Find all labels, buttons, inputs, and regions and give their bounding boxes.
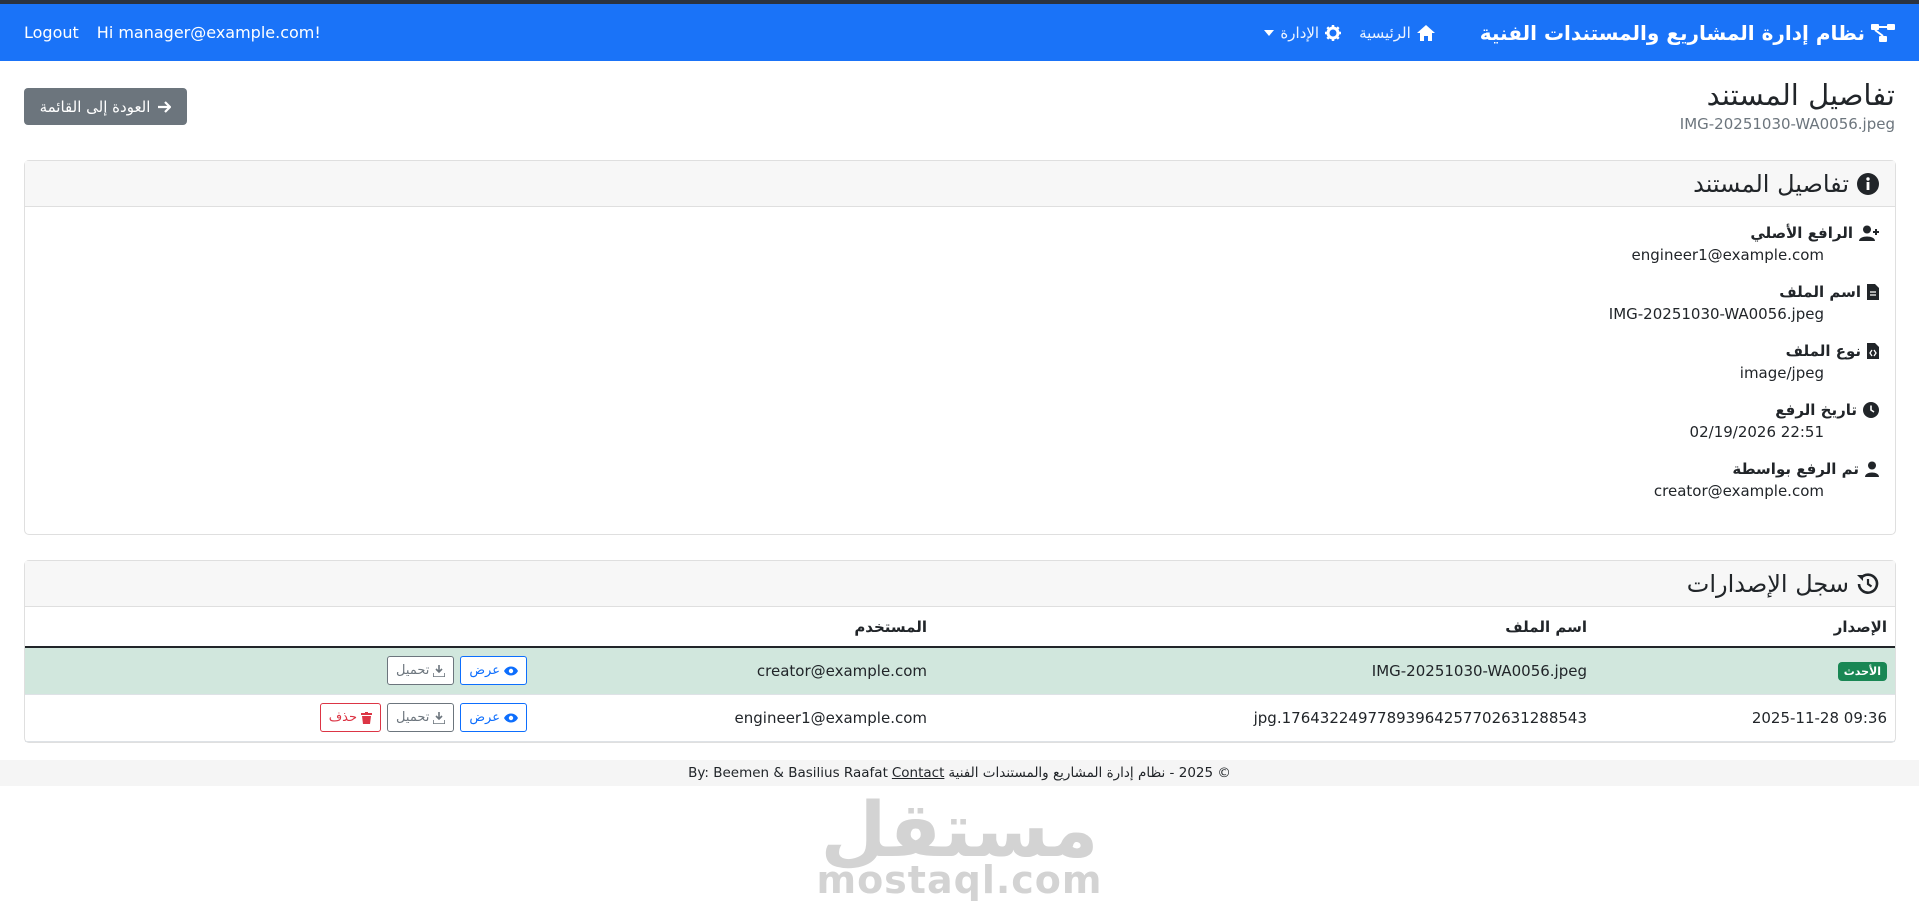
back-to-list-button[interactable]: العودة إلى القائمة [24,88,187,125]
file-code-icon [1867,343,1879,359]
history-icon [1857,572,1879,595]
download-button[interactable]: تحميل [387,703,455,732]
footer-contact-link[interactable]: Contact [892,765,945,781]
detail-value: engineer1@example.com [1631,246,1824,264]
detail-value: 02/19/2026 22:51 [1689,423,1824,441]
page-subtitle: IMG-20251030-WA0056.jpeg [1679,115,1895,133]
view-label: عرض [469,710,500,725]
details-card-header: تفاصيل المستند [25,161,1895,207]
col-version: الإصدار [1595,607,1895,648]
download-icon [433,664,446,677]
logout-link[interactable]: Logout [24,23,79,42]
versions-card-title: سجل الإصدارات [1686,569,1849,598]
col-actions [25,607,535,648]
detail-label: تاريخ الرفع [1775,401,1857,419]
table-row: 2025-11-28 09:36 17643224977893964257702… [25,694,1895,742]
cell-actions: عرض تحميل [25,647,535,695]
document-details-card: تفاصيل المستند الرافع الأصلي engineer1@e… [24,160,1896,535]
brand-title: نظام إدارة المشاريع والمستندات الفنية [1479,20,1865,45]
download-icon [433,711,446,724]
col-filename: اسم الملف [935,607,1595,648]
cell-user: engineer1@example.com [535,694,935,742]
nav-home-label: الرئيسية [1359,23,1411,42]
user-icon [1865,461,1879,477]
file-icon [1867,284,1879,300]
detail-value: IMG-20251030-WA0056.jpeg [1608,305,1824,323]
detail-label: اسم الملف [1779,283,1861,301]
back-button-label: العودة إلى القائمة [39,97,151,116]
view-label: عرض [469,663,500,679]
latest-badge: الأحدث [1837,661,1887,681]
home-icon [1416,24,1435,41]
view-button[interactable]: عرض [460,656,527,686]
table-header-row: الإصدار اسم الملف المستخدم [25,607,1895,648]
cell-filename: IMG-20251030-WA0056.jpeg [935,647,1595,695]
col-user: المستخدم [535,607,935,648]
version-history-card: سجل الإصدارات الإصدار اسم الملف المستخدم… [24,560,1896,743]
footer: By: Beemen & Basilius Raafat Contact © 2… [0,760,1919,786]
footer-credits: By: Beemen & Basilius Raafat [688,765,888,781]
nav-user-area: Logout Hi manager@example.com! [24,23,321,42]
watermark-url: mostaql.com [816,858,1103,902]
download-label: تحميل [396,663,430,679]
footer-copyright: © 2025 - نظام إدارة المشاريع والمستندات … [948,765,1231,781]
clock-icon [1863,402,1879,418]
delete-button[interactable]: حذف [319,703,382,732]
detail-file-name: اسم الملف IMG-20251030-WA0056.jpeg [1609,282,1879,323]
detail-label: نوع الملف [1785,342,1861,360]
download-button[interactable]: تحميل [387,656,455,686]
arrow-right-icon [157,100,172,114]
eye-icon [504,666,518,676]
cell-version: الأحدث [1595,647,1895,695]
detail-label: تم الرفع بواسطة [1732,460,1859,478]
page-title: تفاصيل المستند [1706,78,1895,112]
gear-icon [1325,24,1342,41]
detail-uploaded-by: تم الرفع بواسطة creator@example.com [1609,459,1879,500]
detail-file-type: نوع الملف image/jpeg [1609,341,1879,382]
detail-original-uploader: الرافع الأصلي engineer1@example.com [1609,223,1879,264]
table-row: الأحدث IMG-20251030-WA0056.jpeg creator@… [25,647,1895,695]
user-plus-icon [1859,225,1879,241]
detail-upload-date: تاريخ الرفع 02/19/2026 22:51 [1609,400,1879,441]
trash-icon [361,711,373,724]
navbar: Logout Hi manager@example.com! نظام إدار… [0,4,1919,61]
delete-label: حذف [328,710,358,725]
caret-down-icon [1264,29,1275,36]
details-card-title: تفاصيل المستند [1693,169,1849,198]
info-circle-icon [1857,172,1879,195]
details-list: الرافع الأصلي engineer1@example.com اسم … [1609,223,1879,518]
nav-home[interactable]: الرئيسية [1359,24,1435,42]
nav-admin-label: الإدارة [1280,23,1320,42]
user-greeting: Hi manager@example.com! [96,23,321,42]
detail-label: الرافع الأصلي [1750,224,1853,242]
project-diagram-icon [1871,23,1895,43]
download-label: تحميل [396,710,430,725]
versions-card-header: سجل الإصدارات [25,561,1895,607]
nav-main: نظام إدارة المشاريع والمستندات الفنية ال… [1246,21,1895,45]
cell-user: creator@example.com [535,647,935,695]
versions-table: الإصدار اسم الملف المستخدم الأحدث IMG-20… [25,607,1895,742]
detail-value: image/jpeg [1739,364,1824,382]
cell-actions: عرض تحميل حذف [25,694,535,742]
detail-value: creator@example.com [1653,482,1824,500]
view-button[interactable]: عرض [460,703,527,732]
eye-icon [504,713,518,723]
nav-admin-dropdown[interactable]: الإدارة [1264,23,1342,42]
brand-link[interactable]: نظام إدارة المشاريع والمستندات الفنية [1480,21,1895,45]
cell-version: 2025-11-28 09:36 [1595,694,1895,742]
cell-filename: 1764322497789396425770263128854​3.jpg [935,694,1595,742]
